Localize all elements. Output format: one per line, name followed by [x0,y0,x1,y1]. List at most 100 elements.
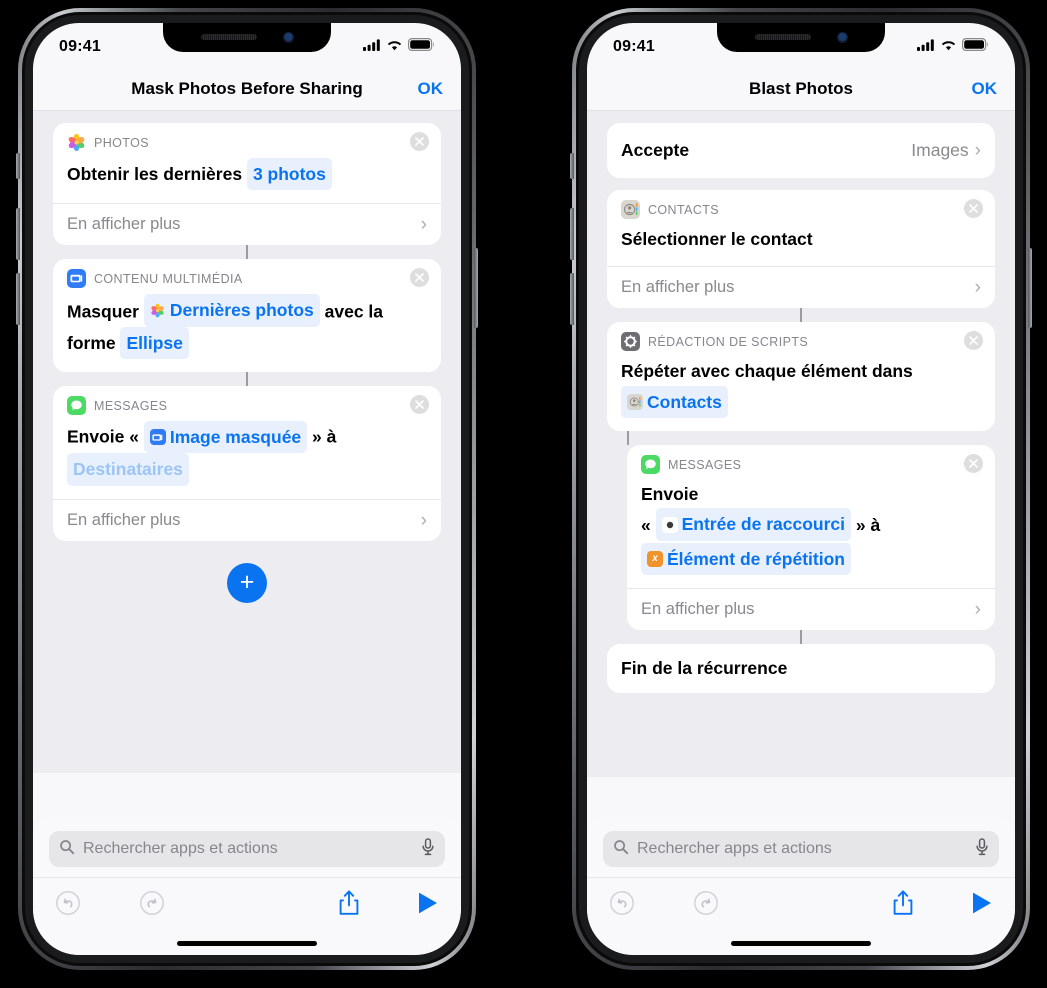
close-icon[interactable] [410,268,429,288]
accepts-row[interactable]: Accepte Images › [607,123,995,178]
card-text: » à [307,426,337,447]
card-text: Envoie « [67,426,144,447]
battery-icon [962,38,989,56]
parameter-token-photos-count[interactable]: 3 photos [246,158,332,191]
share-icon[interactable] [337,889,361,922]
parameter-token-repeat-item[interactable]: x Élément de répétition [641,542,851,575]
end-repeat-row[interactable]: Fin de la récurrence [607,643,995,693]
volume-down-button[interactable] [16,273,20,325]
redo-icon[interactable] [693,890,719,921]
play-icon[interactable] [971,891,993,920]
editor-toolbar-right [587,877,1015,933]
card-header: CONTENU MULTIMÉDIA [53,259,441,290]
ok-button[interactable]: OK [972,79,998,99]
share-icon[interactable] [891,889,915,922]
chevron-right-icon: › [974,598,981,620]
earpiece-speaker [200,34,257,40]
volume-up-button[interactable] [16,208,20,260]
action-card-scripting[interactable]: RÉDACTION DE SCRIPTS Répéter avec chaque… [607,322,995,432]
show-more-label: En afficher plus [641,599,755,618]
status-time: 09:41 [59,38,101,55]
wifi-icon [940,38,957,56]
card-header: PHOTOS [53,123,441,154]
show-more-label: En afficher plus [67,510,181,529]
parameter-token-shape[interactable]: Ellipse [120,326,189,360]
show-more-row[interactable]: En afficher plus › [607,266,995,308]
show-more-row[interactable]: En afficher plus › [53,203,441,245]
shortcut-action-list-right[interactable]: Accepte Images › CONTACTS Sélectionner l… [587,111,1015,777]
battery-icon [408,38,435,56]
token-label: 3 photos [252,164,326,184]
power-button[interactable] [1028,248,1032,328]
action-card-messages[interactable]: MESSAGES Envoie « Image masquée » à Dest… [53,386,441,541]
card-header: CONTACTS [607,190,995,221]
add-action-button[interactable]: + [227,562,267,603]
phone-screen-right: 09:41 Blast Photos OK Accepte Images › C… [587,23,1015,955]
page-title: Blast Photos [749,78,853,98]
card-connector [800,629,802,644]
close-icon[interactable] [964,199,983,218]
ok-button[interactable]: OK [418,79,444,99]
card-category: MESSAGES [668,457,742,472]
search-input[interactable]: Rechercher apps et actions [603,831,999,867]
shortcut-action-list-left[interactable]: PHOTOS Obtenir les dernières 3 photos En… [33,111,461,773]
show-more-row[interactable]: En afficher plus › [53,498,441,541]
iphone-frame-right: 09:41 Blast Photos OK Accepte Images › C… [570,8,1032,970]
card-body: Répéter avec chaque élément dans Contact… [607,353,995,431]
redo-icon[interactable] [139,890,165,921]
mic-icon[interactable] [975,837,989,861]
parameter-token-recipients[interactable]: Destinataires [67,453,189,486]
action-card-messages[interactable]: MESSAGES Envoie « Entrée de raccourci » à… [627,445,995,630]
iphone-frame-left: 09:41 Mask Photos Before Sharing OK PHOT… [16,8,478,970]
parameter-token-shortcut-input[interactable]: Entrée de raccourci [655,508,852,541]
home-indicator [731,941,871,946]
token-label: Contacts [647,391,722,412]
card-category: MESSAGES [94,398,168,413]
close-icon[interactable] [964,331,983,351]
notch [163,23,331,52]
card-category: CONTACTS [648,202,720,217]
token-label: Entrée de raccourci [681,514,846,535]
show-more-row[interactable]: En afficher plus › [627,587,995,630]
signal-icon [363,38,381,56]
play-icon[interactable] [417,891,439,920]
search-placeholder: Rechercher apps et actions [637,840,832,857]
mic-icon[interactable] [421,837,435,861]
action-card-media[interactable]: CONTENU MULTIMÉDIA Masquer Dernières pho… [53,259,441,373]
token-label: Ellipse [126,332,183,353]
undo-icon[interactable] [609,890,635,921]
bottom-bar-left: Rechercher apps et actions [33,817,461,955]
signal-icon [917,38,935,56]
photos-icon [67,133,86,152]
token-label: Dernières photos [169,300,314,321]
power-button[interactable] [474,248,478,328]
chevron-right-icon: › [974,277,981,299]
home-indicator [177,941,317,946]
close-icon[interactable] [410,132,429,151]
editor-toolbar-left [33,877,461,933]
undo-icon[interactable] [55,890,81,921]
parameter-token-latest-photos[interactable]: Dernières photos [143,294,320,327]
token-label: Destinataires [73,459,183,480]
parameter-token-contacts[interactable]: Contacts [621,385,728,419]
contacts-icon [621,200,640,219]
card-category: RÉDACTION DE SCRIPTS [648,334,809,349]
contacts-icon [627,393,643,410]
volume-down-button[interactable] [570,273,574,325]
mute-switch[interactable] [16,153,20,179]
parameter-token-masked-image[interactable]: Image masquée [143,421,308,454]
action-card-contacts[interactable]: CONTACTS Sélectionner le contact En affi… [607,190,995,309]
mute-switch[interactable] [570,153,574,179]
accepts-value: Images [911,140,969,160]
page-title: Mask Photos Before Sharing [131,78,363,98]
close-icon[interactable] [410,395,429,415]
close-icon[interactable] [964,454,983,474]
volume-up-button[interactable] [570,208,574,260]
card-text: Masquer [67,302,144,323]
phone-screen-left: 09:41 Mask Photos Before Sharing OK PHOT… [33,23,461,955]
media-icon [67,269,86,289]
chevron-right-icon: › [420,509,427,531]
action-card-photos[interactable]: PHOTOS Obtenir les dernières 3 photos En… [53,123,441,246]
token-label: Élément de répétition [667,548,845,569]
search-input[interactable]: Rechercher apps et actions [49,831,445,867]
